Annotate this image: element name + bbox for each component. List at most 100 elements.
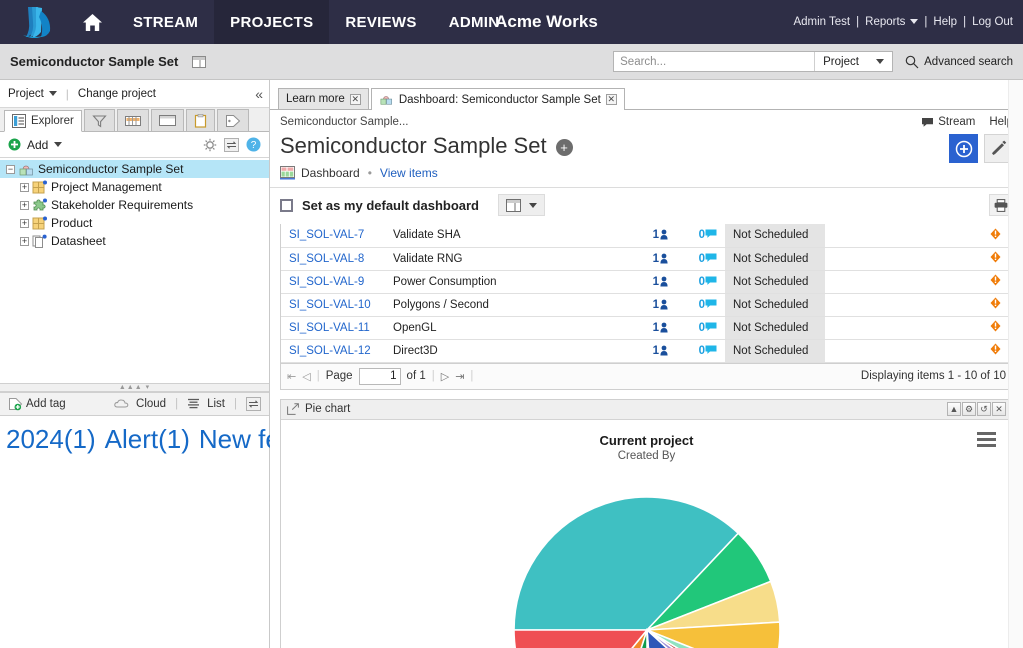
- item-id-link[interactable]: SI_SOL-VAL-12: [289, 345, 371, 357]
- page-scrollbar-track[interactable]: [1008, 80, 1023, 648]
- cell-name: Polygons / Second: [385, 293, 635, 316]
- close-icon[interactable]: ✕: [606, 94, 617, 105]
- tree-expander-plus[interactable]: +: [20, 237, 29, 246]
- tag-plus-icon[interactable]: [8, 397, 23, 411]
- add-widget-button[interactable]: [949, 134, 978, 163]
- tree-node-project-management[interactable]: + Project Management: [0, 178, 269, 196]
- sidebar-tab-clipboard[interactable]: [186, 109, 215, 131]
- item-id-link[interactable]: SI_SOL-VAL-7: [289, 229, 364, 241]
- refresh-icon[interactable]: [246, 397, 261, 411]
- nav-reports-menu[interactable]: Reports: [865, 16, 918, 28]
- panel-layout-icon[interactable]: [192, 56, 206, 68]
- cell-flag: [978, 293, 1012, 316]
- cell-id[interactable]: SI_SOL-VAL-12: [281, 339, 385, 362]
- cell-id[interactable]: SI_SOL-VAL-11: [281, 316, 385, 339]
- nav-item-projects[interactable]: PROJECTS: [214, 0, 329, 44]
- page-title: Semiconductor Sample Set: [280, 134, 547, 158]
- tree-node-product[interactable]: + Product: [0, 214, 269, 232]
- main-tab-dashboard[interactable]: Dashboard: Semiconductor Sample Set ✕: [371, 88, 625, 110]
- nav-item-reviews[interactable]: REVIEWS: [329, 0, 432, 44]
- page-number-input[interactable]: [359, 368, 401, 385]
- item-id-link[interactable]: SI_SOL-VAL-10: [289, 299, 371, 311]
- table-row[interactable]: SI_SOL-VAL-12 Direct3D 1 0 Not Scheduled: [281, 339, 1012, 362]
- sidebar-tab-filter[interactable]: [84, 109, 115, 131]
- tree-node-stakeholder-requirements[interactable]: + Stakeholder Requirements: [0, 196, 269, 214]
- home-nav-icon[interactable]: [68, 0, 117, 44]
- list-icon[interactable]: [187, 398, 200, 409]
- tree-expander-plus[interactable]: +: [20, 201, 29, 210]
- nav-item-admin[interactable]: ADMIN: [433, 0, 516, 44]
- settings-icon[interactable]: ⚙: [962, 402, 976, 416]
- acme-logo-icon[interactable]: [0, 0, 68, 44]
- nav-logout-link[interactable]: Log Out: [972, 16, 1013, 28]
- first-page-icon[interactable]: ⇤: [287, 370, 296, 383]
- item-id-link[interactable]: SI_SOL-VAL-9: [289, 276, 364, 288]
- tree-node-semiconductor-sample-set[interactable]: − Semiconductor Sample Set: [0, 160, 269, 178]
- collapse-icon[interactable]: ▲: [947, 402, 961, 416]
- next-page-icon[interactable]: ▷: [441, 370, 449, 383]
- add-tag-label[interactable]: Add tag: [26, 398, 66, 410]
- nav-help-link[interactable]: Help: [933, 16, 957, 28]
- refresh-icon[interactable]: ↺: [977, 402, 991, 416]
- pie-slice[interactable]: [514, 630, 647, 648]
- prev-page-icon[interactable]: ◁: [302, 370, 310, 383]
- subnav-dashboard[interactable]: Dashboard: [301, 166, 360, 180]
- search-input[interactable]: [614, 52, 814, 71]
- table-row[interactable]: SI_SOL-VAL-10 Polygons / Second 1 0 Not …: [281, 293, 1012, 316]
- tag-item[interactable]: Alert(1): [105, 424, 190, 454]
- chevron-down-icon[interactable]: [54, 142, 62, 147]
- sidebar-resizer-handle[interactable]: ▲▲▲ ▾: [0, 383, 269, 392]
- sidebar-project-menu[interactable]: Project: [8, 88, 57, 100]
- gear-icon[interactable]: [203, 138, 217, 152]
- nav-item-stream[interactable]: STREAM: [117, 0, 214, 44]
- sidebar-change-project[interactable]: Change project: [78, 88, 156, 100]
- tree-expander-minus[interactable]: −: [6, 165, 15, 174]
- cell-flag: [978, 270, 1012, 293]
- chevron-double-left-icon[interactable]: «: [255, 86, 261, 102]
- table-row[interactable]: SI_SOL-VAL-8 Validate RNG 1 0 Not Schedu…: [281, 247, 1012, 270]
- refresh-icon[interactable]: [224, 138, 239, 152]
- cell-id[interactable]: SI_SOL-VAL-8: [281, 247, 385, 270]
- tag-list-label[interactable]: List: [207, 398, 225, 410]
- nav-user-name[interactable]: Admin Test: [793, 16, 850, 28]
- tag-item[interactable]: 2024(1): [6, 424, 96, 454]
- tag-cloud-label[interactable]: Cloud: [136, 398, 166, 410]
- plus-circle-icon[interactable]: +: [556, 139, 573, 156]
- table-row[interactable]: SI_SOL-VAL-7 Validate SHA 1 0 Not Schedu…: [281, 224, 1012, 247]
- plus-circle-icon[interactable]: [8, 138, 21, 151]
- cloud-icon[interactable]: [114, 398, 129, 409]
- table-row[interactable]: SI_SOL-VAL-9 Power Consumption 1 0 Not S…: [281, 270, 1012, 293]
- hamburger-menu-icon[interactable]: [977, 432, 996, 447]
- pie-chart-svg[interactable]: [497, 478, 797, 648]
- sidebar-tab-explorer[interactable]: Explorer: [4, 110, 82, 132]
- sidebar-tab-table[interactable]: [117, 109, 149, 131]
- item-id-link[interactable]: SI_SOL-VAL-8: [289, 253, 364, 265]
- item-id-link[interactable]: SI_SOL-VAL-11: [289, 322, 370, 334]
- default-dashboard-checkbox[interactable]: [280, 199, 293, 212]
- stream-link[interactable]: Stream: [921, 116, 975, 128]
- table-row[interactable]: SI_SOL-VAL-11 OpenGL 1 0 Not Scheduled: [281, 316, 1012, 339]
- sidebar-add-label[interactable]: Add: [27, 138, 48, 152]
- cell-status: Not Scheduled: [725, 224, 825, 247]
- close-icon[interactable]: ✕: [992, 402, 1006, 416]
- search-scope-dropdown[interactable]: Project: [814, 52, 892, 71]
- last-page-icon[interactable]: ⇥: [455, 370, 464, 383]
- cell-id[interactable]: SI_SOL-VAL-9: [281, 270, 385, 293]
- layout-picker-dropdown[interactable]: [498, 194, 545, 216]
- main-tab-learn-more[interactable]: Learn more ✕: [278, 88, 369, 109]
- advanced-search-link[interactable]: Advanced search: [905, 55, 1013, 69]
- tree-expander-plus[interactable]: +: [20, 219, 29, 228]
- breadcrumb[interactable]: Semiconductor Sample...: [280, 116, 408, 128]
- tree-expander-plus[interactable]: +: [20, 183, 29, 192]
- cell-id[interactable]: SI_SOL-VAL-7: [281, 224, 385, 247]
- chevron-down-icon: [876, 59, 884, 64]
- sidebar-tab-tags[interactable]: [217, 109, 249, 131]
- close-icon[interactable]: ✕: [350, 94, 361, 105]
- popout-icon[interactable]: [287, 403, 299, 415]
- help-circle-icon[interactable]: ?: [246, 137, 261, 152]
- cell-id[interactable]: SI_SOL-VAL-10: [281, 293, 385, 316]
- sidebar-tab-window[interactable]: [151, 109, 184, 131]
- comment-icon: [705, 253, 717, 264]
- subnav-view-items[interactable]: View items: [380, 166, 438, 180]
- tree-node-datasheet[interactable]: + Datasheet: [0, 232, 269, 250]
